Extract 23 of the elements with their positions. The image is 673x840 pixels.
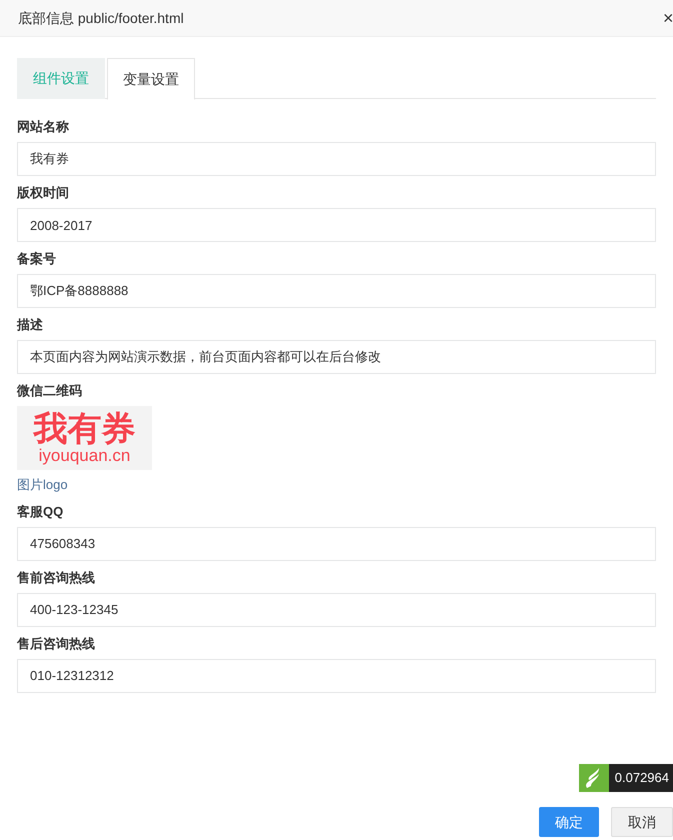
field-label: 微信二维码 bbox=[17, 383, 83, 399]
flame-logo-icon bbox=[578, 764, 609, 792]
input-field[interactable]: 本页面内容为网站演示数据，前台页面内容都可以在后台修改 bbox=[17, 340, 656, 374]
field-label: 备案号 bbox=[17, 251, 57, 267]
close-button[interactable]: × bbox=[663, 9, 673, 27]
logo-image: 我有券 iyouquan.cn bbox=[17, 406, 152, 470]
input-field[interactable]: 475608343 bbox=[17, 526, 656, 560]
input-field[interactable]: 鄂ICP备8888888 bbox=[17, 274, 656, 308]
field-label: 描述 bbox=[17, 317, 44, 333]
window-title: 底部信息 public/footer.html bbox=[18, 8, 184, 28]
tab[interactable]: 变量设置 bbox=[107, 58, 195, 100]
input-field[interactable]: 我有券 bbox=[17, 142, 656, 176]
field-label: 网站名称 bbox=[17, 119, 70, 135]
image-link[interactable]: 图片logo bbox=[17, 475, 68, 494]
field-label: 版权时间 bbox=[17, 185, 70, 201]
field-label: 售后咨询热线 bbox=[17, 636, 96, 652]
input-field[interactable]: 010-12312312 bbox=[17, 658, 656, 692]
cancel-button[interactable]: 取消 bbox=[611, 807, 673, 837]
input-field[interactable]: 400-123-12345 bbox=[17, 592, 656, 626]
input-field[interactable]: 2008-2017 bbox=[17, 208, 656, 242]
field-label: 客服QQ bbox=[17, 504, 64, 520]
field-label: 售前咨询热线 bbox=[17, 570, 96, 586]
trace-time: 0.072964 bbox=[608, 764, 673, 792]
